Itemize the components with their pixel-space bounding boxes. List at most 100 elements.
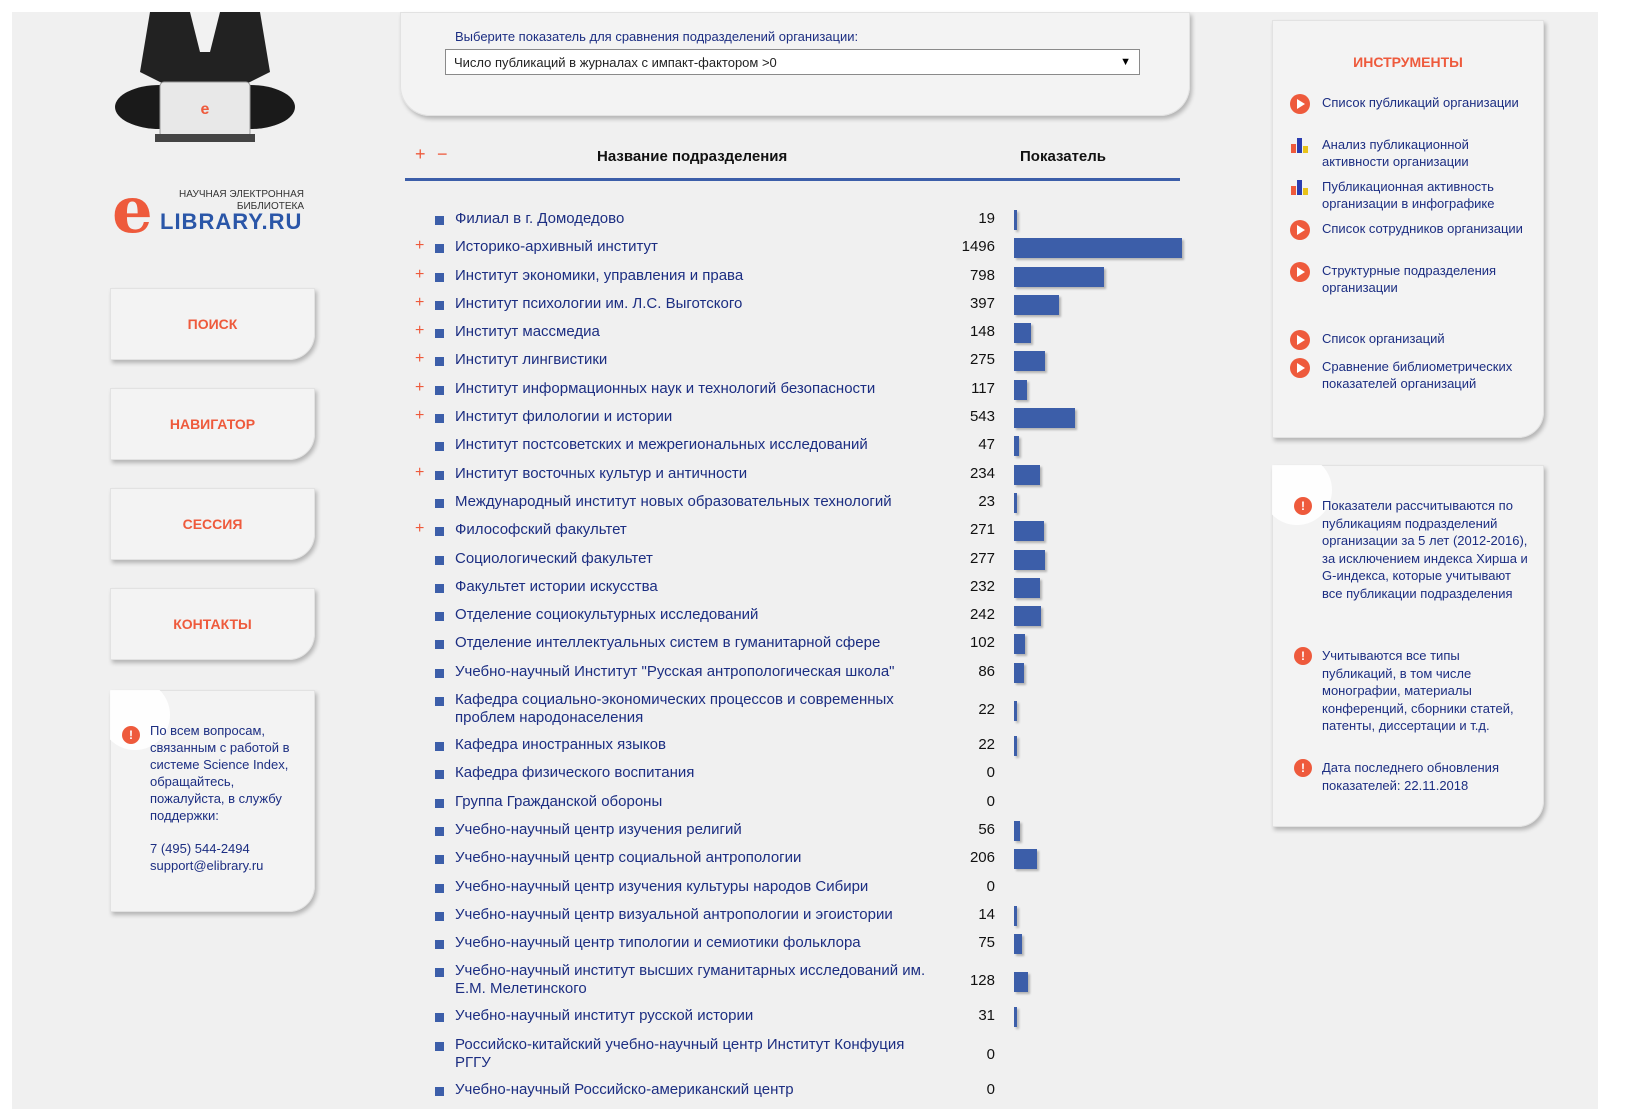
subdivision-value: 0: [986, 1045, 995, 1063]
subdivision-name-link[interactable]: Учебно-научный центр визуальной антропол…: [455, 906, 935, 924]
table-row: Отделение интеллектуальных систем в гума…: [405, 630, 1185, 658]
value-bar: [1014, 577, 1041, 598]
subdivision-name-link[interactable]: Кафедра социально-экономических процессо…: [455, 691, 935, 727]
subdivision-value: 56: [978, 820, 995, 838]
row-bullet-icon: [435, 668, 444, 678]
subdivision-name-link[interactable]: Учебно-научный институт высших гуманитар…: [455, 962, 935, 998]
table-row: + Институт психологии им. Л.С. Выготского…: [405, 291, 1185, 319]
subdivision-name-link[interactable]: Отделение интеллектуальных систем в гума…: [455, 634, 935, 652]
subdivision-value: 0: [986, 1080, 995, 1098]
expand-row-button[interactable]: +: [415, 237, 424, 255]
subdivision-value: 206: [969, 849, 995, 867]
subdivision-name-link[interactable]: Институт информационных наук и технологи…: [455, 380, 935, 398]
subdivision-value: 232: [969, 577, 995, 595]
note-update-date: ! Дата последнего обновления показателей…: [1294, 759, 1534, 794]
subdivision-name-link[interactable]: Учебно-научный центр изучения религий: [455, 821, 935, 839]
row-bullet-icon: [435, 640, 444, 650]
subdivision-name-link[interactable]: Философский факультет: [455, 521, 935, 539]
indicator-select[interactable]: Число публикаций в журналах с импакт-фак…: [445, 49, 1140, 75]
row-bullet-icon: [435, 1086, 444, 1096]
expand-row-button[interactable]: +: [415, 520, 424, 538]
row-bullet-icon: [435, 470, 444, 480]
subdivision-name-link[interactable]: Кафедра иностранных языков: [455, 736, 935, 754]
subdivision-name-link[interactable]: Учебно-научный центр типологии и семиоти…: [455, 934, 935, 952]
subdivision-name-link[interactable]: Институт психологии им. Л.С. Выготского: [455, 295, 935, 313]
subdivision-name-link[interactable]: Институт восточных культур и античности: [455, 465, 935, 483]
navigator-button[interactable]: НАВИГАТОР: [110, 388, 315, 460]
info-icon: !: [1294, 497, 1312, 515]
value-bar: [1014, 408, 1075, 429]
contacts-button[interactable]: КОНТАКТЫ: [110, 588, 315, 660]
header-divider: [405, 178, 1180, 181]
tool-organizations-list[interactable]: Список организаций: [1290, 330, 1535, 350]
subdivision-name-link[interactable]: Учебно-научный институт русской истории: [455, 1007, 935, 1025]
subdivision-name-link[interactable]: Отделение социокультурных исследований: [455, 606, 935, 624]
subdivision-name-link[interactable]: Международный институт новых образовател…: [455, 493, 935, 511]
expand-row-button[interactable]: +: [415, 464, 424, 482]
elibrary-logo[interactable]: e НАУЧНАЯ ЭЛЕКТРОННАЯ БИБЛИОТЕКА LIBRARY…: [112, 179, 312, 245]
subdivision-name-link[interactable]: Социологический факультет: [455, 550, 935, 568]
table-row: + Институт лингвистики 275: [405, 347, 1185, 375]
support-text: По всем вопросам, связанным с работой в …: [150, 723, 290, 823]
tool-infographics[interactable]: Публикационная активность организации в …: [1290, 178, 1535, 212]
tool-structural-units[interactable]: Структурные подразделения организации: [1290, 262, 1535, 296]
table-row: Учебно-научный институт русской истории 3…: [405, 1003, 1185, 1031]
subdivision-name-link[interactable]: Учебно-научный Российско-американский це…: [455, 1081, 935, 1099]
expand-row-button[interactable]: +: [415, 266, 424, 284]
subdivision-value: 86: [978, 662, 995, 680]
value-bar: [1014, 662, 1024, 683]
tool-label: Список организаций: [1322, 331, 1445, 346]
value-bar: [1014, 379, 1028, 400]
expand-all-button[interactable]: +: [415, 144, 426, 165]
subdivision-name-link[interactable]: Институт филологии и истории: [455, 408, 935, 426]
tool-staff-list[interactable]: Список сотрудников организации: [1290, 220, 1535, 240]
note-text: Учитываются все типы публикаций, в том ч…: [1322, 648, 1514, 733]
subdivision-name-link[interactable]: Институт постсоветских и межрегиональных…: [455, 436, 935, 454]
support-info-box: ! По всем вопросам, связанным с работой …: [110, 690, 315, 912]
tool-publications-list[interactable]: Список публикаций организации: [1290, 94, 1535, 114]
search-button[interactable]: ПОИСК: [110, 288, 315, 360]
tool-activity-analysis[interactable]: Анализ публикационной активности организ…: [1290, 136, 1535, 170]
subdivision-value: 397: [969, 294, 995, 312]
session-button[interactable]: СЕССИЯ: [110, 488, 315, 560]
table-row: + Институт филологии и истории 543: [405, 404, 1185, 432]
subdivision-name-link[interactable]: Институт лингвистики: [455, 351, 935, 369]
subdivision-name-link[interactable]: Институт массмедиа: [455, 323, 935, 341]
row-bullet-icon: [435, 826, 444, 836]
tool-bibliometric-comparison[interactable]: Сравнение библиометрических показателей …: [1290, 358, 1535, 392]
tool-label: Структурные подразделения организации: [1322, 263, 1497, 295]
subdivision-name-link[interactable]: Филиал в г. Домодедово: [455, 210, 935, 228]
row-bullet-icon: [435, 442, 444, 452]
support-email-link[interactable]: support@elibrary.ru: [150, 857, 263, 874]
value-bar: [1014, 521, 1045, 542]
row-bullet-icon: [435, 272, 444, 282]
subdivision-name-link[interactable]: Кафедра физического воспитания: [455, 764, 935, 782]
subdivision-value: 148: [969, 323, 995, 341]
subdivision-name-link[interactable]: Группа Гражданской обороны: [455, 793, 935, 811]
value-bar: [1014, 436, 1020, 457]
value-bar: [1014, 820, 1021, 841]
collapse-all-button[interactable]: −: [437, 144, 448, 165]
value-bar: [1014, 294, 1059, 315]
note-text: Показатели рассчитываются по публикациям…: [1322, 498, 1528, 601]
indicator-selector-panel: Выберите показатель для сравнения подраз…: [400, 12, 1190, 116]
subdivision-value: 798: [969, 266, 995, 284]
tools-title: ИНСТРУМЕНТЫ: [1353, 54, 1463, 70]
expand-row-button[interactable]: +: [415, 407, 424, 425]
subdivision-name-link[interactable]: Институт экономики, управления и права: [455, 267, 935, 285]
row-bullet-icon: [435, 216, 444, 225]
expand-row-button[interactable]: +: [415, 379, 424, 397]
subdivision-name-link[interactable]: Учебно-научный центр изучения культуры н…: [455, 878, 935, 896]
subdivision-name-link[interactable]: Российско-китайский учебно-научный центр…: [455, 1036, 935, 1072]
subdivision-value: 275: [969, 351, 995, 369]
subdivision-value: 19: [978, 210, 995, 227]
expand-row-button[interactable]: +: [415, 322, 424, 340]
expand-row-button[interactable]: +: [415, 350, 424, 368]
play-icon: [1290, 358, 1310, 378]
subdivision-name-link[interactable]: Факультет истории искусства: [455, 578, 935, 596]
expand-row-button[interactable]: +: [415, 294, 424, 312]
table-row: + Историко-архивный институт 1496: [405, 234, 1185, 262]
subdivision-name-link[interactable]: Учебно-научный центр социальной антропол…: [455, 849, 935, 867]
subdivision-name-link[interactable]: Историко-архивный институт: [455, 238, 935, 256]
subdivision-name-link[interactable]: Учебно-научный Институт "Русская антропо…: [455, 663, 935, 681]
